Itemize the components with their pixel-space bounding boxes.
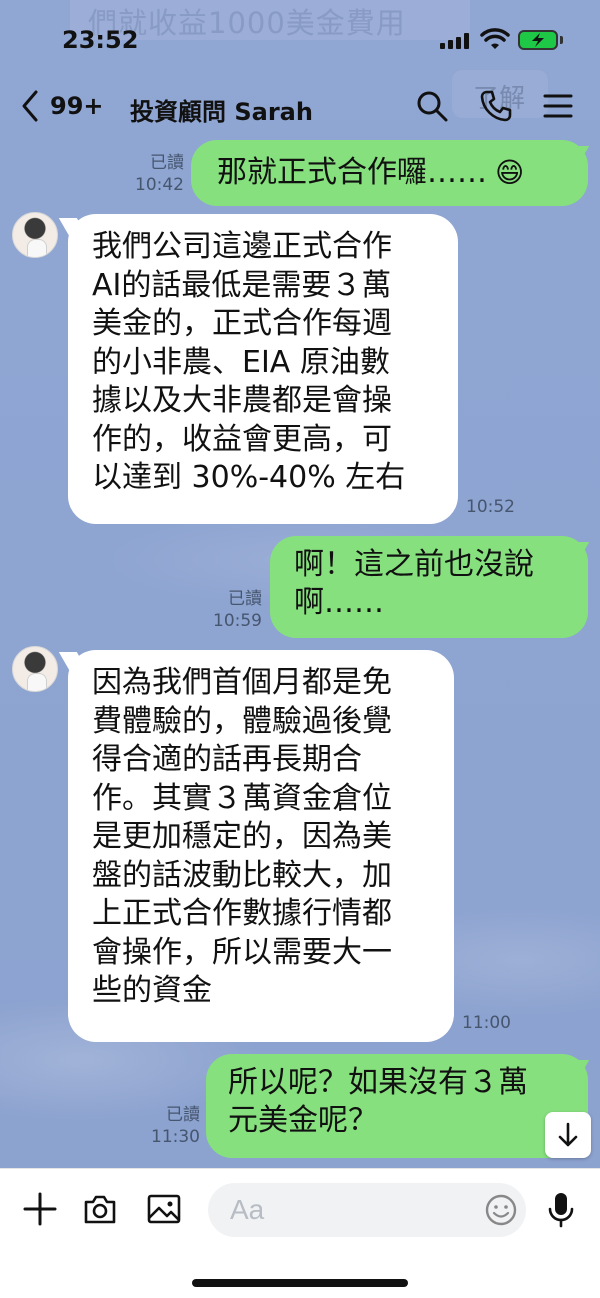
status-bar: 23:52 <box>0 0 600 70</box>
cellular-signal-icon <box>440 33 470 49</box>
menu-button[interactable] <box>542 88 574 128</box>
message-line: 啊…… <box>294 585 384 620</box>
message-line: 美金的，正式合作每週 <box>92 306 392 341</box>
grinning-face-emoji: 😄 <box>495 156 525 189</box>
back-button[interactable] <box>18 88 42 128</box>
message-line: 元美金呢？ <box>228 1103 378 1138</box>
message-line: 上正式合作數據行情都 <box>92 896 392 931</box>
plus-icon <box>23 1192 57 1226</box>
message-line: 以達到 30%-40% 左右 <box>92 460 406 495</box>
home-indicator <box>192 1279 408 1287</box>
battery-icon <box>518 30 558 50</box>
message-meta: 已讀 10:59 <box>196 588 262 632</box>
message-bubble[interactable]: 我們公司這邊正式合作 AI的話最低是需要３萬 美金的，正式合作每週 的小非農、E… <box>68 214 458 524</box>
message-line: 些的資金 <box>92 973 212 1008</box>
avatar[interactable] <box>12 646 58 692</box>
image-icon <box>147 1194 181 1224</box>
wifi-icon <box>480 28 510 49</box>
message-time: 11:00 <box>462 1013 511 1033</box>
message-input-field[interactable] <box>208 1183 526 1237</box>
phone-icon <box>480 90 512 122</box>
message-time: 11:30 <box>151 1127 200 1147</box>
chevron-left-icon <box>22 90 38 122</box>
message-time: 10:52 <box>466 497 515 517</box>
arrow-down-icon <box>558 1122 578 1147</box>
message-line: 費體驗的，體驗過後覺 <box>92 703 392 739</box>
message-line: AI的話最低是需要３萬 <box>92 267 392 303</box>
message-line: 會操作，所以需要大一 <box>92 934 392 970</box>
message-line: 的小非農、EIA 原油數 <box>92 344 390 380</box>
read-receipt: 已讀 <box>150 153 184 173</box>
chat-title[interactable]: 投資顧問 Sarah <box>130 92 313 127</box>
avatar[interactable] <box>12 212 58 258</box>
message-line: 是更加穩定的，因為美 <box>92 819 392 854</box>
emoji-icon <box>485 1194 517 1226</box>
read-receipt: 已讀 <box>166 1105 200 1125</box>
add-button[interactable] <box>22 1191 58 1231</box>
microphone-icon <box>548 1193 574 1228</box>
message-line: 作的，收益會更高，可 <box>92 421 392 457</box>
message-line: 啊！這之前也沒說 <box>294 547 534 582</box>
image-button[interactable] <box>146 1191 182 1231</box>
message-input[interactable] <box>230 1193 480 1227</box>
message-line: 我們公司這邊正式合作 <box>92 229 392 264</box>
camera-icon <box>84 1195 116 1224</box>
message-line: 據以及大非農都是會操 <box>92 383 392 418</box>
message-time: 10:42 <box>135 175 184 195</box>
unread-count[interactable]: 99+ <box>50 92 104 120</box>
search-icon <box>417 91 448 122</box>
message-line: 盤的話波動比較大，加 <box>92 857 392 893</box>
voice-button[interactable] <box>546 1191 576 1233</box>
message-bubble[interactable]: 因為我們首個月都是免 費體驗的，體驗過後覺 得合適的話再長期合 作。其實３萬資金… <box>68 650 454 1042</box>
emoji-button[interactable] <box>484 1193 518 1231</box>
read-receipt: 已讀 <box>228 589 262 609</box>
camera-button[interactable] <box>82 1191 118 1231</box>
message-line: 因為我們首個月都是免 <box>92 665 392 700</box>
chat-header: 99+ 投資顧問 Sarah <box>0 80 600 136</box>
message-line: 作。其實３萬資金倉位 <box>92 780 392 816</box>
menu-icon <box>543 94 573 118</box>
message-line: 所以呢？如果沒有３萬 <box>228 1065 528 1100</box>
scroll-to-bottom-button[interactable] <box>545 1112 591 1158</box>
status-time: 23:52 <box>62 26 139 54</box>
message-meta: 已讀 10:42 <box>120 152 184 196</box>
message-meta: 已讀 11:30 <box>140 1104 200 1148</box>
message-bubble[interactable]: 那就正式合作囉…… 😄 <box>191 140 588 206</box>
message-input-bar <box>0 1168 600 1298</box>
message-time: 10:59 <box>213 611 262 631</box>
search-button[interactable] <box>414 88 450 128</box>
message-line: 得合適的話再長期合 <box>92 742 362 777</box>
call-button[interactable] <box>478 88 514 128</box>
message-bubble[interactable]: 啊！這之前也沒說 啊…… <box>270 536 588 638</box>
message-text: 那就正式合作囉…… <box>217 155 487 190</box>
battery-tip <box>560 36 563 44</box>
message-bubble[interactable]: 所以呢？如果沒有３萬 元美金呢？ <box>206 1054 588 1158</box>
